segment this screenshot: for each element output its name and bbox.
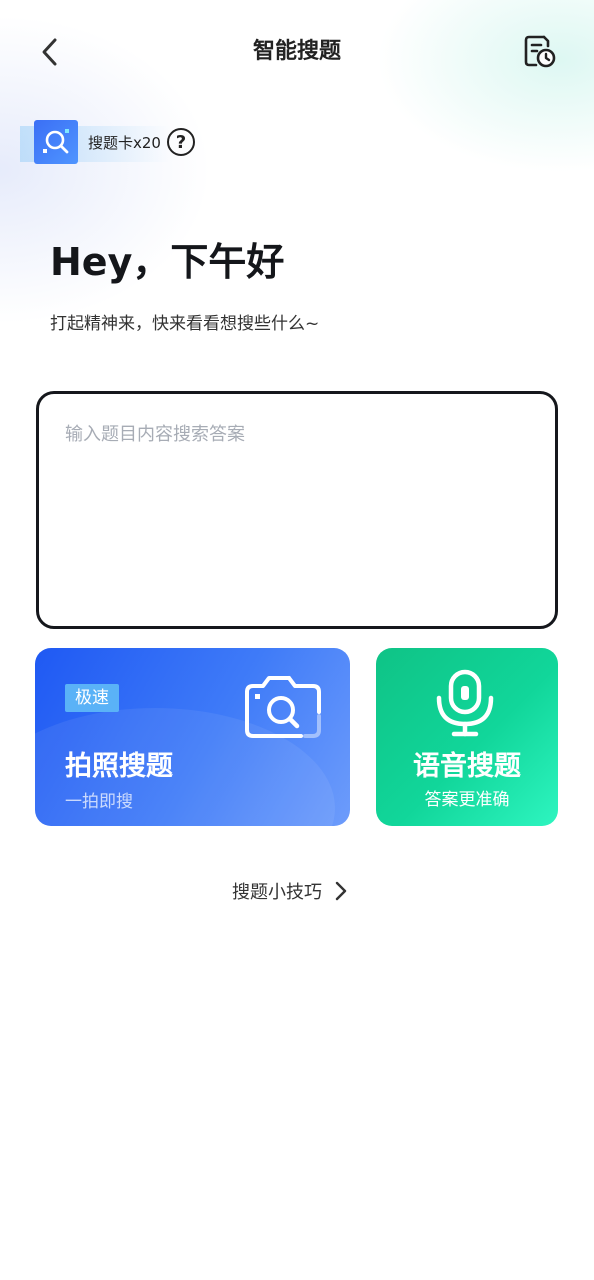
search-card-count: 搜题卡x20 <box>88 133 161 152</box>
voice-search-subtitle: 答案更准确 <box>424 790 510 810</box>
photo-search-title: 拍照搜题 <box>65 751 173 782</box>
photo-search-subtitle: 一拍即搜 <box>65 792 133 812</box>
photo-search-card[interactable]: 极速 拍照搜题 一拍即搜 <box>35 648 350 826</box>
voice-search-card[interactable]: 语音搜题 答案更准确 <box>376 648 558 826</box>
greeting-title: Hey，下午好 <box>50 240 285 284</box>
help-icon[interactable]: ? <box>166 128 195 156</box>
chevron-right-icon <box>335 881 347 901</box>
history-button[interactable] <box>516 28 562 74</box>
search-card-icon <box>34 120 78 164</box>
page-title: 智能搜题 <box>252 39 341 64</box>
search-card-badge[interactable]: 搜题卡x20 ? <box>20 118 195 166</box>
voice-search-title: 语音搜题 <box>413 751 521 782</box>
search-tips-link[interactable]: 搜题小技巧 <box>232 876 348 906</box>
camera-search-icon <box>245 676 321 738</box>
speed-tag: 极速 <box>65 684 119 712</box>
greeting-subtitle: 打起精神来，快来看看想搜些什么~ <box>50 314 320 334</box>
history-document-icon <box>524 35 556 68</box>
question-input[interactable] <box>36 391 558 629</box>
microphone-icon <box>436 669 494 737</box>
search-tips-label: 搜题小技巧 <box>232 882 322 903</box>
